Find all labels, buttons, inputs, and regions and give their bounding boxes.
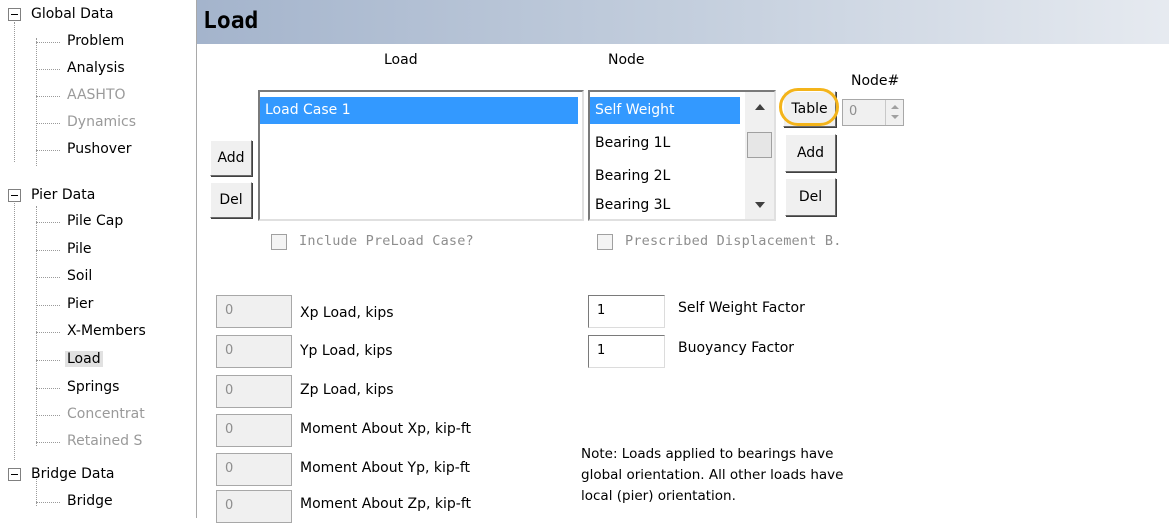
- spin-down-icon[interactable]: [891, 115, 899, 119]
- note-line: Note: Loads applied to bearings have: [581, 446, 834, 462]
- scroll-thumb[interactable]: [747, 132, 772, 158]
- delete-node-button[interactable]: Del: [785, 178, 836, 216]
- moment-zp-field[interactable]: 0: [216, 490, 292, 523]
- tree-item-load[interactable]: Load: [65, 346, 103, 373]
- tree-branch: [36, 69, 60, 70]
- tree-item-concentrated[interactable]: Concentrat: [65, 401, 147, 428]
- self-weight-factor-label: Self Weight Factor: [678, 300, 805, 316]
- node-list-item[interactable]: Self Weight: [590, 97, 740, 124]
- xp-load-field[interactable]: 0: [216, 295, 292, 328]
- note-line: local (pier) orientation.: [581, 488, 736, 504]
- add-node-button[interactable]: Add: [785, 134, 836, 172]
- tree-connector: [14, 200, 15, 460]
- include-preload-label: Include PreLoad Case?: [299, 233, 474, 249]
- node-list-item[interactable]: Bearing 1L: [590, 130, 740, 157]
- node-list-item[interactable]: Bearing 2L: [590, 163, 740, 190]
- node-number-label: Node#: [851, 73, 900, 89]
- tree-branch: [36, 123, 60, 124]
- tree-branch: [36, 305, 60, 306]
- collapse-toggle-icon[interactable]: [8, 468, 21, 481]
- tree-item-springs[interactable]: Springs: [65, 374, 121, 401]
- node-column-label: Node: [608, 52, 645, 68]
- tree-item-retained-soil[interactable]: Retained S: [65, 428, 144, 455]
- spin-up-icon[interactable]: [891, 105, 899, 109]
- tree-branch: [36, 250, 60, 251]
- node-number-spinner[interactable]: 0: [842, 99, 904, 126]
- delete-load-case-button[interactable]: Del: [210, 182, 252, 218]
- navigation-tree: Global Data Problem Analysis AASHTO Dyna…: [0, 0, 197, 518]
- moment-xp-label: Moment About Xp, kip-ft: [300, 421, 472, 437]
- tree-item-bridge[interactable]: Bridge: [65, 488, 115, 515]
- tree-item-global-data[interactable]: Global Data: [29, 1, 116, 28]
- tree-branch: [36, 150, 60, 151]
- tree-branch: [36, 96, 60, 97]
- tree-branch: [36, 502, 60, 503]
- load-column-label: Load: [384, 52, 418, 68]
- buoyancy-factor-field[interactable]: 1: [588, 335, 665, 368]
- load-case-list[interactable]: Load Case 1: [258, 90, 584, 221]
- highlight-circle: [779, 88, 839, 126]
- moment-yp-label: Moment About Yp, kip-ft: [300, 460, 470, 476]
- node-number-value: 0: [849, 104, 858, 119]
- tree-branch: [36, 222, 60, 223]
- tree-item-pile-cap[interactable]: Pile Cap: [65, 208, 125, 235]
- page-title: Load: [203, 8, 259, 34]
- panel-header: Load: [197, 0, 1169, 44]
- prescribed-displacement-label: Prescribed Displacement B.: [625, 233, 842, 249]
- node-list[interactable]: Self Weight Bearing 1L Bearing 2L Bearin…: [588, 90, 776, 221]
- tree-connector: [36, 38, 37, 166]
- yp-load-field[interactable]: 0: [216, 335, 292, 368]
- tree-branch: [36, 415, 60, 416]
- load-case-item[interactable]: Load Case 1: [260, 97, 578, 124]
- include-preload-checkbox[interactable]: [271, 234, 287, 250]
- tree-item-pile[interactable]: Pile: [65, 236, 94, 263]
- tree-item-pushover[interactable]: Pushover: [65, 136, 133, 163]
- add-load-case-button[interactable]: Add: [210, 140, 252, 176]
- tree-item-pier-data[interactable]: Pier Data: [29, 182, 97, 209]
- tree-item-pier[interactable]: Pier: [65, 291, 95, 318]
- tree-item-dynamics[interactable]: Dynamics: [65, 109, 138, 136]
- note-line: global orientation. All other loads have: [581, 467, 844, 483]
- tree-branch: [36, 388, 60, 389]
- tree-item-analysis[interactable]: Analysis: [65, 55, 127, 82]
- moment-xp-field[interactable]: 0: [216, 414, 292, 447]
- tree-branch: [36, 332, 60, 333]
- scroll-up-icon[interactable]: [755, 104, 765, 110]
- tree-branch: [36, 442, 60, 443]
- collapse-toggle-icon[interactable]: [8, 189, 21, 202]
- self-weight-factor-field[interactable]: 1: [588, 295, 665, 328]
- spinner-buttons[interactable]: [885, 100, 903, 125]
- tree-item-x-members[interactable]: X-Members: [65, 318, 148, 345]
- tree-item-aashto[interactable]: AASHTO: [65, 82, 128, 109]
- tree-connector: [36, 206, 37, 446]
- orientation-note: Note: Loads applied to bearings have glo…: [581, 444, 941, 507]
- node-list-scrollbar[interactable]: [745, 92, 774, 219]
- zp-load-label: Zp Load, kips: [300, 382, 394, 398]
- moment-zp-label: Moment About Zp, kip-ft: [300, 496, 472, 512]
- collapse-toggle-icon[interactable]: [8, 8, 21, 21]
- tree-item-problem[interactable]: Problem: [65, 28, 126, 55]
- node-list-item[interactable]: Bearing 3L: [590, 192, 740, 219]
- prescribed-displacement-checkbox[interactable]: [597, 234, 613, 250]
- moment-yp-field[interactable]: 0: [216, 453, 292, 486]
- tree-item-bridge-data[interactable]: Bridge Data: [29, 461, 117, 488]
- scroll-down-icon[interactable]: [755, 202, 765, 208]
- tree-branch: [36, 277, 60, 278]
- tree-branch: [36, 360, 60, 361]
- xp-load-label: Xp Load, kips: [300, 305, 394, 321]
- zp-load-field[interactable]: 0: [216, 375, 292, 408]
- yp-load-label: Yp Load, kips: [300, 343, 393, 359]
- buoyancy-factor-label: Buoyancy Factor: [678, 340, 795, 356]
- tree-branch: [36, 42, 60, 43]
- tree-item-soil[interactable]: Soil: [65, 263, 94, 290]
- tree-connector: [14, 22, 15, 162]
